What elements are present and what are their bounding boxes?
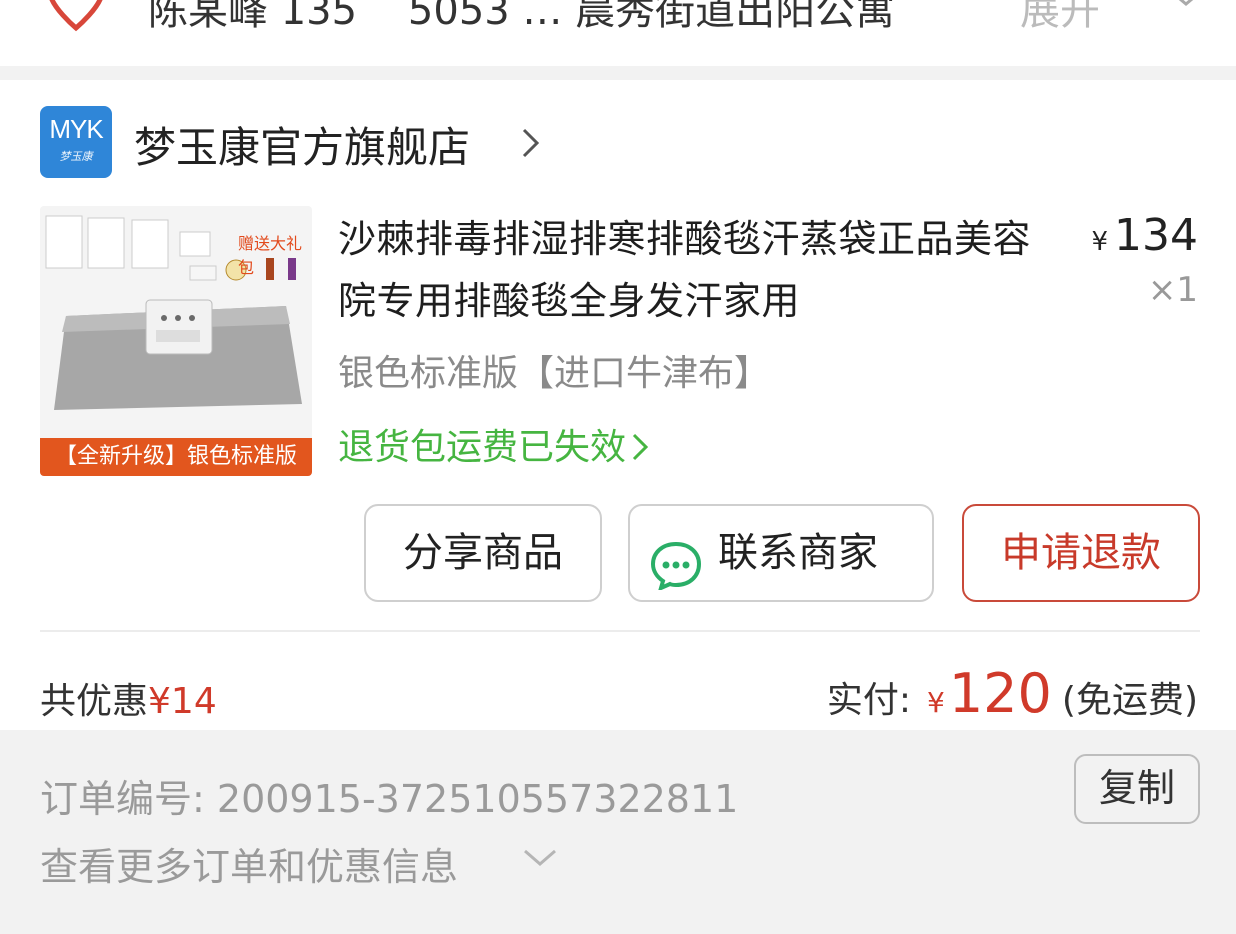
order-card: MYK 梦玉康 梦玉康官方旗舰店 赠送大礼包 【全新升级】银色标准版 沙棘排毒排… — [0, 80, 1236, 730]
discount-amount: ¥14 — [148, 681, 217, 722]
product-quantity: ×1 — [1147, 270, 1198, 310]
order-number: 订单编号: 200915-372510557322811 — [40, 777, 739, 821]
paid-label: 实付: — [826, 680, 911, 721]
location-pin-icon — [40, 0, 112, 38]
order-number-value: 200915-372510557322811 — [216, 777, 739, 821]
share-product-button[interactable]: 分享商品 — [364, 504, 602, 602]
address-name-phone: 陈某峰 135 5053 … 晨秀街道出阳公寓 — [148, 0, 896, 34]
discount-summary: 共优惠¥14 — [40, 681, 217, 722]
product-title[interactable]: 沙棘排毒排湿排寒排酸毯汗蒸袋正品美容院专用排酸毯全身发汗家用 — [338, 208, 1038, 332]
divider — [40, 630, 1200, 632]
paid-summary: 实付: ¥120 (免运费) — [826, 662, 1198, 725]
paid-amount: 120 — [948, 662, 1052, 725]
address-expand-label[interactable]: 展开 — [1020, 0, 1100, 36]
copy-order-number-button[interactable]: 复制 — [1074, 754, 1200, 824]
product-sku: 银色标准版【进口牛津布】 — [338, 353, 771, 394]
chevron-right-icon — [632, 433, 649, 461]
contact-seller-button[interactable]: 联系商家 — [628, 504, 934, 602]
chevron-down-icon[interactable] — [522, 846, 558, 874]
chevron-right-icon[interactable] — [520, 126, 542, 164]
chevron-down-icon[interactable] — [1170, 0, 1202, 14]
shipping-note: (免运费) — [1061, 680, 1198, 721]
address-bar[interactable]: 陈某峰 135 5053 … 晨秀街道出阳公寓 展开 — [0, 0, 1236, 66]
shop-logo[interactable]: MYK 梦玉康 — [40, 106, 112, 178]
price-currency: ¥ — [1091, 227, 1109, 257]
gift-label: 赠送大礼包 — [238, 234, 303, 277]
return-shipping-note[interactable]: 退货包运费已失效 — [338, 418, 652, 470]
product-price: ¥134 — [1091, 210, 1198, 261]
wechat-chat-icon — [650, 530, 702, 624]
product-image[interactable]: 赠送大礼包 【全新升级】银色标准版 — [40, 206, 312, 476]
request-refund-button[interactable]: 申请退款 — [962, 504, 1200, 602]
contact-seller-label: 联系商家 — [718, 530, 878, 576]
more-order-info-link[interactable]: 查看更多订单和优惠信息 — [40, 836, 458, 891]
price-value: 134 — [1114, 210, 1198, 261]
shop-name[interactable]: 梦玉康官方旗舰店 — [134, 114, 470, 175]
product-image-banner: 【全新升级】银色标准版 — [40, 438, 312, 476]
